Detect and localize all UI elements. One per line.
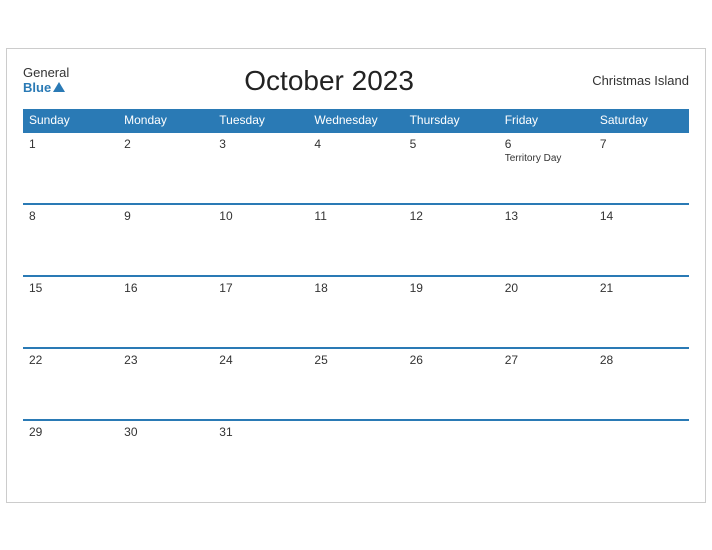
calendar-cell: 29	[23, 420, 118, 492]
day-number: 12	[410, 209, 493, 223]
week-row-2: 89 10 11 12 13 14	[23, 204, 689, 276]
calendar-cell: 9	[118, 204, 213, 276]
calendar-cell: 23	[118, 348, 213, 420]
day-number: 28	[600, 353, 683, 367]
calendar-title: October 2023	[69, 65, 589, 97]
calendar-cell: 15	[23, 276, 118, 348]
day-number: 24	[219, 353, 302, 367]
logo: General Blue	[23, 66, 69, 95]
calendar-cell: 2	[118, 132, 213, 204]
week-row-5: 29 30 31	[23, 420, 689, 492]
calendar-cell: 12	[404, 204, 499, 276]
calendar-cell	[404, 420, 499, 492]
weekday-header-row: Sunday Monday Tuesday Wednesday Thursday…	[23, 109, 689, 132]
calendar-cell: 31	[213, 420, 308, 492]
day-number: 3	[219, 137, 302, 151]
calendar-cell: 14	[594, 204, 689, 276]
header-friday: Friday	[499, 109, 594, 132]
calendar-cell: 21	[594, 276, 689, 348]
calendar-cell: 10	[213, 204, 308, 276]
calendar-cell: 8	[23, 204, 118, 276]
day-number: 20	[505, 281, 588, 295]
calendar-header: General Blue October 2023 Christmas Isla…	[23, 65, 689, 97]
week-row-4: 22 23 24 25 26 27 28	[23, 348, 689, 420]
calendar-cell: 3	[213, 132, 308, 204]
day-number: 15	[29, 281, 112, 295]
day-number: 8	[29, 209, 112, 223]
day-number: 2	[124, 137, 207, 151]
calendar-cell: 5	[404, 132, 499, 204]
header-monday: Monday	[118, 109, 213, 132]
day-number: 6	[505, 137, 588, 151]
day-number: 22	[29, 353, 112, 367]
calendar-cell: 11	[308, 204, 403, 276]
header-wednesday: Wednesday	[308, 109, 403, 132]
day-number: 14	[600, 209, 683, 223]
calendar-body: 123456Territory Day789101112131415161718…	[23, 132, 689, 492]
day-number: 11	[314, 209, 397, 223]
calendar-cell: 4	[308, 132, 403, 204]
day-number: 21	[600, 281, 683, 295]
day-number: 17	[219, 281, 302, 295]
week-row-1: 123456 Territory Day 7	[23, 132, 689, 204]
calendar-cell: 17	[213, 276, 308, 348]
calendar-cell: 7	[594, 132, 689, 204]
calendar-cell	[594, 420, 689, 492]
day-number: 7	[600, 137, 683, 151]
calendar-cell	[308, 420, 403, 492]
calendar-cell: 30	[118, 420, 213, 492]
day-number: 5	[410, 137, 493, 151]
calendar-cell: 26	[404, 348, 499, 420]
day-number: 26	[410, 353, 493, 367]
calendar-cell: 1	[23, 132, 118, 204]
day-number: 9	[124, 209, 207, 223]
week-row-3: 15 16 17 18 19 20 21	[23, 276, 689, 348]
day-number: 30	[124, 425, 207, 439]
calendar-cell: 6 Territory Day	[499, 132, 594, 204]
day-number: 31	[219, 425, 302, 439]
calendar-cell: 25	[308, 348, 403, 420]
logo-blue-text: Blue	[23, 81, 69, 95]
header-tuesday: Tuesday	[213, 109, 308, 132]
day-number: 4	[314, 137, 397, 151]
day-number: 16	[124, 281, 207, 295]
calendar-cell: 28	[594, 348, 689, 420]
calendar-grid: Sunday Monday Tuesday Wednesday Thursday…	[23, 109, 689, 492]
header-saturday: Saturday	[594, 109, 689, 132]
calendar-cell: 24	[213, 348, 308, 420]
calendar-cell: 22	[23, 348, 118, 420]
calendar-cell: 19	[404, 276, 499, 348]
day-number: 25	[314, 353, 397, 367]
header-thursday: Thursday	[404, 109, 499, 132]
region-label: Christmas Island	[589, 73, 689, 88]
calendar-container: General Blue October 2023 Christmas Isla…	[6, 48, 706, 503]
calendar-cell: 13	[499, 204, 594, 276]
calendar-cell	[499, 420, 594, 492]
day-number: 23	[124, 353, 207, 367]
day-number: 10	[219, 209, 302, 223]
calendar-cell: 16	[118, 276, 213, 348]
holiday-name: Territory Day	[505, 153, 588, 164]
day-number: 27	[505, 353, 588, 367]
day-number: 29	[29, 425, 112, 439]
calendar-cell: 18	[308, 276, 403, 348]
day-number: 18	[314, 281, 397, 295]
calendar-cell: 27	[499, 348, 594, 420]
day-number: 13	[505, 209, 588, 223]
calendar-cell: 20	[499, 276, 594, 348]
logo-triangle-icon	[53, 82, 65, 92]
day-number: 1	[29, 137, 112, 151]
logo-general-text: General	[23, 66, 69, 80]
header-sunday: Sunday	[23, 109, 118, 132]
day-number: 19	[410, 281, 493, 295]
